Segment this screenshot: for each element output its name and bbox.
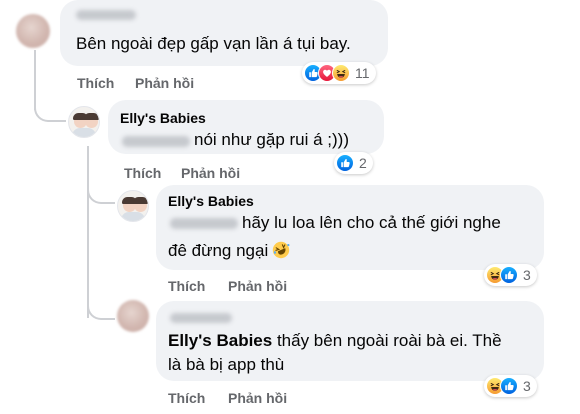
comment-text: Bên ngoài đẹp gấp vạn lần á tụi bay. (76, 34, 351, 53)
like-button[interactable]: Thích (124, 165, 161, 181)
author-name-redacted[interactable] (76, 10, 136, 20)
comment-text-line-2: là bà bị app thù (168, 355, 285, 374)
comment-bubble: Elly's Babies hãy lu loa lên cho cả thế … (156, 185, 544, 270)
like-icon (500, 377, 518, 395)
mention-redacted[interactable] (170, 218, 238, 229)
like-button[interactable]: Thích (77, 75, 114, 91)
mention-redacted[interactable] (122, 136, 190, 147)
author-name-redacted[interactable] (170, 313, 232, 323)
reply-button[interactable]: Phản hồi (135, 75, 194, 91)
avatar-shirt (72, 128, 96, 137)
thread-line-nested (87, 146, 89, 318)
reaction-count: 3 (523, 378, 531, 394)
like-icon (500, 266, 518, 284)
comment-text-line-2-content: đê đừng ngại (168, 241, 269, 260)
reaction-count: 11 (355, 65, 370, 81)
reaction-summary[interactable]: 11 (302, 62, 376, 84)
reply-button[interactable]: Phản hồi (228, 390, 287, 406)
avatar-shirt (121, 212, 145, 221)
comment-bubble: Bên ngoài đẹp gấp vạn lần á tụi bay. (60, 0, 388, 66)
like-button[interactable]: Thích (168, 278, 205, 294)
like-icon (336, 154, 354, 172)
reaction-count: 2 (359, 155, 367, 171)
avatar[interactable] (117, 190, 149, 222)
author-name[interactable]: Elly's Babies (120, 110, 206, 126)
comment-text: nói như gặp rui á ;))) (194, 130, 350, 149)
avatar[interactable] (16, 14, 50, 48)
comment-bubble: Elly's Babies nói như gặp rui á ;))) (108, 100, 384, 154)
author-name[interactable]: Elly's Babies (168, 193, 254, 209)
thread-elbow-reply-2 (87, 190, 115, 204)
comment-bubble: Elly's Babies thấy bên ngoài roài bà ei.… (156, 301, 544, 381)
comment-text-line-1-content: thấy bên ngoài roài bà ei. Thề (272, 331, 502, 350)
baby-face (133, 197, 148, 212)
reaction-summary[interactable]: 3 (484, 375, 537, 397)
baby-face (84, 113, 99, 128)
avatar[interactable] (68, 106, 100, 138)
thread-elbow-reply-1 (34, 108, 66, 122)
reply-button[interactable]: Phản hồi (181, 165, 240, 181)
reaction-summary[interactable]: 2 (334, 152, 373, 174)
rofl-emoji-icon (272, 241, 290, 259)
reaction-count: 3 (523, 267, 531, 283)
reaction-summary[interactable]: 3 (484, 264, 537, 286)
mention-link[interactable]: Elly's Babies (168, 331, 272, 350)
reply-button[interactable]: Phản hồi (228, 278, 287, 294)
thread-elbow-reply-3 (87, 306, 115, 320)
like-button[interactable]: Thích (168, 390, 205, 406)
comment-text-line-1: hãy lu loa lên cho cả thế giới nghe (242, 213, 501, 232)
avatar[interactable] (117, 300, 149, 332)
comment-text-line-1: Elly's Babies thấy bên ngoài roài bà ei.… (168, 330, 502, 352)
comment-text-line-2: đê đừng ngại (168, 240, 290, 262)
thread-line-main (34, 50, 36, 110)
haha-icon (332, 64, 350, 82)
